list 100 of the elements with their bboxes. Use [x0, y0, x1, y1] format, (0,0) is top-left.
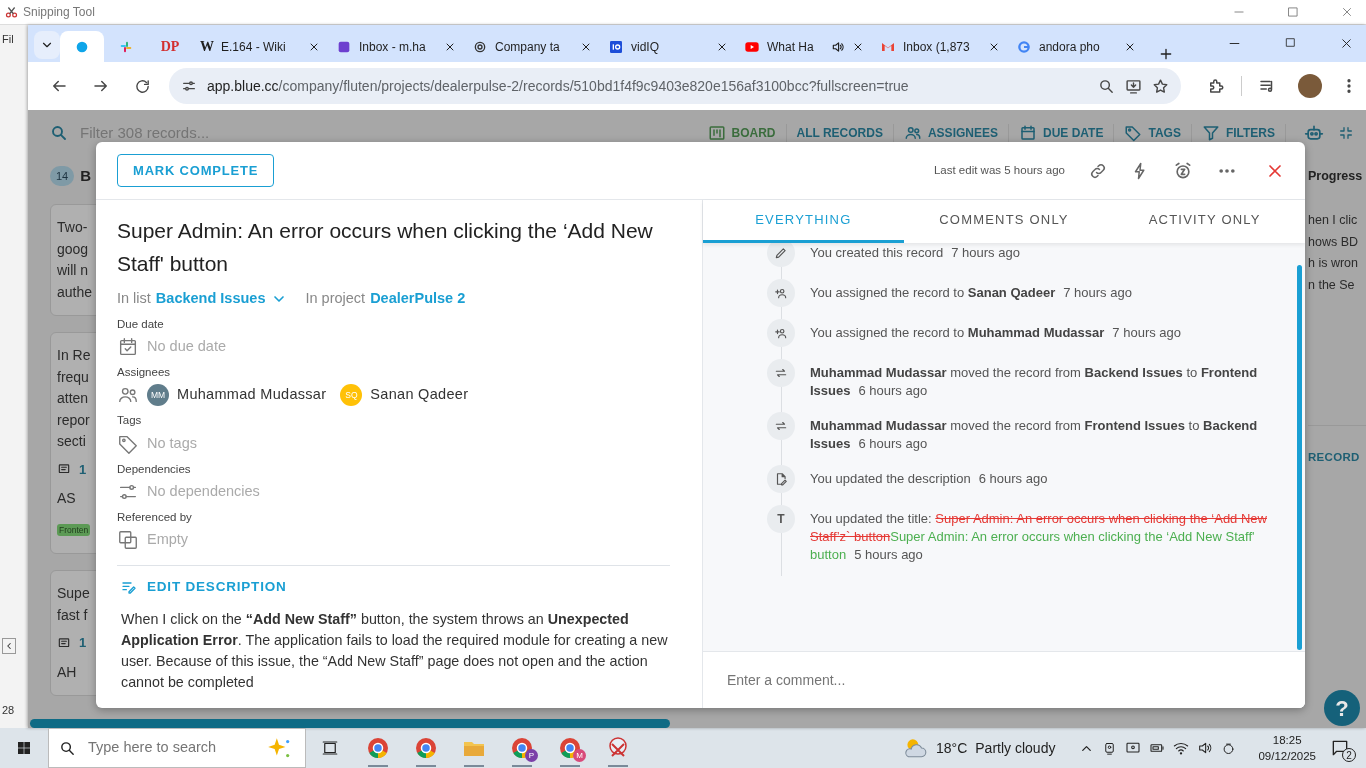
swap-arrows-icon: [774, 419, 788, 433]
avatar: SQ: [340, 384, 363, 407]
swap-arrows-icon: [774, 366, 788, 380]
comment-icon: [57, 635, 71, 650]
clock-date[interactable]: 09/12/2025: [1258, 748, 1316, 764]
browser-tab[interactable]: W E.164 - Wiki: [192, 31, 328, 62]
star-icon[interactable]: [1152, 77, 1169, 95]
activity-text: You assigned the record to Muhammad Mudassar 7 hours ago: [810, 324, 1181, 342]
column-title: Progress: [1308, 167, 1363, 185]
filter-icon: [1201, 124, 1220, 142]
list-link[interactable]: Backend Issues: [155, 288, 266, 310]
search-icon: [50, 124, 68, 142]
mark-complete-button[interactable]: MARK COMPLETE: [117, 153, 275, 188]
avatar: MM: [147, 384, 169, 407]
filter-tab[interactable]: EVERYTHING: [703, 200, 904, 243]
description-text: When I click on the “Add New Staff” button, the system throws an Unexpected Application Error. The application fails to load the required module for creating a new user. Because of this issue, the “Add New Staff” page does not open and the action cannot be completed: [120, 610, 669, 693]
activity-text: You assigned the record to Sanan Qadeer 7 hours ago: [810, 284, 1132, 302]
alarm-icon[interactable]: [1173, 160, 1193, 181]
assignee-name[interactable]: Muhammad Mudassar: [177, 384, 327, 407]
browser-icon[interactable]: [510, 736, 534, 760]
maximize-icon[interactable]: [1286, 5, 1300, 19]
weather-text: Partly cloudy: [975, 738, 1056, 758]
record-link[interactable]: RECORD: [1308, 451, 1360, 463]
browser-tab[interactable]: Inbox (1,873: [872, 31, 1008, 62]
activity-text: You updated the title: Super Admin: An error occurs when clicking the ‘Add New Staff’z` buttonSuper Admin: An error occurs when clicking the ‘Add New Staff' button 5 hours ago: [810, 510, 1268, 564]
list-label: In list: [117, 289, 151, 308]
windows-icon[interactable]: [16, 740, 32, 756]
scrollbar[interactable]: [30, 719, 670, 728]
ring-icon: [1016, 38, 1032, 55]
browser-tab[interactable]: Company ta: [464, 31, 600, 62]
help-button[interactable]: ?: [1324, 690, 1360, 726]
zoom-icon[interactable]: [1098, 77, 1115, 95]
browser-tab[interactable]: [60, 31, 104, 62]
record-card[interactable]: Supe fast f 1 AH: [50, 570, 96, 696]
edit-lines-icon: [121, 579, 137, 596]
window-title: Snipping Tool: [23, 4, 95, 21]
copy-icon: [117, 529, 139, 551]
activity-icon: T: [767, 505, 795, 533]
clock-time[interactable]: 18:25: [1272, 732, 1302, 748]
notification-icon[interactable]: [1330, 738, 1350, 758]
profile-badge: P: [525, 749, 538, 762]
search-input[interactable]: Type here to search: [86, 736, 256, 760]
board-icon: [707, 124, 726, 142]
browser-tab[interactable]: DP: [148, 31, 192, 62]
browser-icon[interactable]: [558, 736, 582, 760]
last-edit-text: Last edit was 5 hours ago: [933, 162, 1065, 178]
scroll-left-icon[interactable]: [4, 640, 14, 651]
browser-tab[interactable]: Inbox - m.ha: [328, 31, 464, 62]
speaker-icon[interactable]: [1197, 740, 1214, 756]
avatar: AH: [57, 663, 77, 680]
record-card[interactable]: Two- goog will n authe: [50, 204, 96, 316]
person-plus-icon: [774, 326, 788, 340]
tag-label: Fronten: [57, 523, 91, 536]
browser-tab[interactable]: andora pho: [1008, 31, 1144, 62]
new-tab-icon[interactable]: [1158, 46, 1174, 62]
notification-count: 2: [1342, 748, 1356, 762]
activity-text: You created this record 7 hours ago: [810, 244, 1020, 262]
profile-avatar[interactable]: [1298, 74, 1322, 98]
browser-tab[interactable]: vidIQ: [600, 31, 736, 62]
field-label: Dependencies: [117, 461, 192, 477]
calendar-icon: [117, 336, 139, 358]
logo-text: DP: [160, 38, 180, 56]
close-icon[interactable]: [1339, 36, 1354, 51]
tag-icon: [1124, 124, 1143, 142]
card-text: Supe fast f: [57, 584, 91, 625]
task-view-icon[interactable]: [321, 739, 339, 757]
edit-description-link[interactable]: EDIT DESCRIPTION: [147, 577, 287, 598]
record-card[interactable]: In Re frequ atten repor secti 1 AS Fronten: [50, 332, 96, 554]
maximize-icon[interactable]: [1284, 36, 1297, 49]
browser-tab[interactable]: What Ha: [736, 31, 872, 62]
project-label: In project: [305, 289, 366, 308]
robot-icon[interactable]: [1304, 123, 1324, 143]
link-icon[interactable]: [1089, 161, 1107, 180]
wifi-icon[interactable]: [1173, 740, 1190, 756]
field-label: Tags: [117, 413, 143, 429]
document-edit-icon: [774, 472, 788, 486]
extensions-icon[interactable]: [1207, 77, 1225, 95]
scrollbar[interactable]: [1297, 265, 1302, 650]
filter-tab[interactable]: ACTIVITY ONLY: [1104, 200, 1305, 243]
browser-icon[interactable]: [414, 736, 438, 760]
temperature-text: 18°C: [936, 738, 968, 758]
filter-tab[interactable]: COMMENTS ONLY: [903, 200, 1105, 243]
field-label: Referenced by: [117, 509, 193, 525]
pencil-icon: [774, 246, 788, 260]
field-label: Assignees: [117, 365, 172, 380]
reload-icon[interactable]: [134, 77, 151, 95]
install-icon[interactable]: [1125, 77, 1142, 95]
avatar: AS: [57, 490, 76, 506]
project-link[interactable]: DealerPulse 2: [370, 288, 466, 310]
people-icon: [903, 124, 922, 142]
address-bar[interactable]: app.blue.cc/company/fluten/projects/dealerpulse-2/records/510bd1f4f9c9403e820e156af3100bcc?fullscreen=true: [169, 68, 1181, 104]
screen-icon[interactable]: [1125, 740, 1142, 756]
menu-text: 28: [2, 702, 16, 718]
browser-icon[interactable]: [366, 736, 390, 760]
comment-box[interactable]: Enter a comment...: [703, 651, 1305, 708]
assignee-name[interactable]: Sanan Qadeer: [370, 384, 469, 407]
person-plus-icon: [774, 286, 788, 300]
field-label: Due date: [117, 316, 165, 332]
taskbar-search-field[interactable]: Type here to search: [48, 728, 306, 768]
search-icon: [59, 739, 76, 757]
